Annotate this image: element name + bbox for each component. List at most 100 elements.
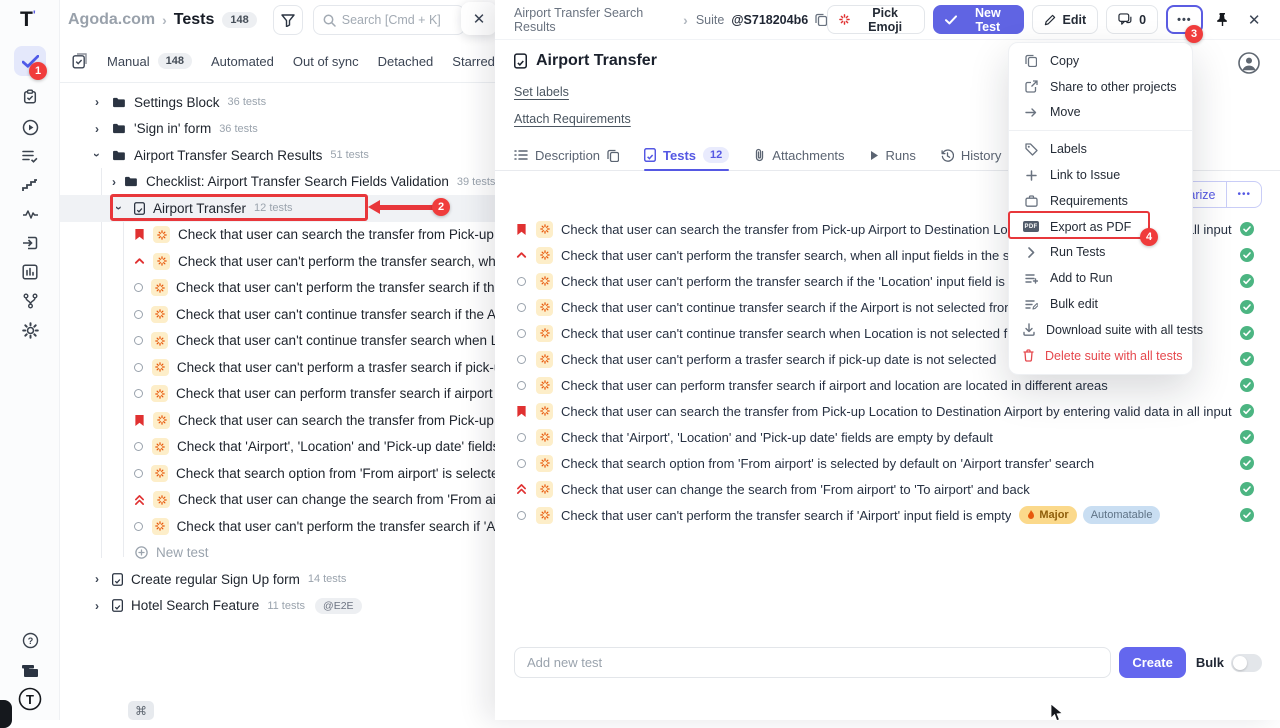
breadcrumb-section[interactable]: Tests <box>174 11 215 29</box>
chevron-right-icon[interactable]: › <box>90 572 104 586</box>
sidebar-item-reports[interactable] <box>14 257 46 287</box>
test-row[interactable]: Check that user can perform transfer sea… <box>514 372 1254 398</box>
breadcrumb-project[interactable]: Agoda.com <box>68 11 155 29</box>
duplicate-icon[interactable] <box>607 149 619 162</box>
filter-tab-detached[interactable]: Detached <box>378 54 434 69</box>
test-row[interactable]: Check that user can search the transfer … <box>514 398 1254 424</box>
new-test-button[interactable]: New Test <box>933 5 1023 34</box>
search-input[interactable] <box>342 13 452 27</box>
pick-emoji-button[interactable]: Pick Emoji <box>827 5 925 34</box>
tree-test-row[interactable]: Check that search option from 'From airp… <box>60 460 496 487</box>
drawer-close-button[interactable]: ✕ <box>1242 11 1266 29</box>
chevron-right-icon[interactable]: › <box>90 95 104 109</box>
tree-test-row[interactable]: Check that 'Airport', 'Location' and 'Pi… <box>60 434 496 461</box>
bulk-toggle[interactable] <box>1231 654 1262 672</box>
filter-tab-manual[interactable]: Manual148 <box>107 53 192 69</box>
tree-test-row[interactable]: Check that user can't perform the transf… <box>60 248 496 275</box>
tab-description[interactable]: Description <box>514 140 619 170</box>
sidebar-item-checklists[interactable] <box>14 141 46 171</box>
filter-button[interactable] <box>273 5 303 35</box>
sidebar-item-milestones[interactable] <box>14 170 46 200</box>
collision-burst-icon <box>153 253 170 270</box>
tree-row-folder[interactable]: › Checklist: Airport Transfer Search Fie… <box>60 169 496 196</box>
test-row[interactable]: Check that search option from 'From airp… <box>514 450 1254 476</box>
menu-item-share[interactable]: Share to other projects <box>1009 74 1192 100</box>
pin-icon[interactable] <box>1211 12 1235 27</box>
tree-row-folder[interactable]: › Settings Block36 tests <box>60 89 496 116</box>
menu-item-requirements[interactable]: Requirements <box>1009 188 1192 214</box>
menu-item-delete-suite[interactable]: Delete suite with all tests <box>1009 343 1192 369</box>
menu-item-move[interactable]: Move <box>1009 100 1192 126</box>
help-button[interactable]: ? <box>14 625 46 655</box>
tree-test-row[interactable]: Check that user can't perform the transf… <box>60 513 496 540</box>
tree-row-suite[interactable]: › Hotel Search Feature11 tests @E2E <box>60 593 496 620</box>
collision-burst-icon <box>536 247 553 264</box>
filter-tab-out-of-sync[interactable]: Out of sync <box>293 54 359 69</box>
chevron-right-icon[interactable]: › <box>112 175 116 189</box>
menu-item-labels[interactable]: Labels <box>1009 136 1192 162</box>
new-test-row[interactable]: New test <box>60 540 496 567</box>
tree-test-row[interactable]: Check that user can search the transfer … <box>60 222 496 249</box>
tree-test-row[interactable]: Check that user can search the transfer … <box>60 407 496 434</box>
sidebar-item-runs[interactable] <box>14 112 46 142</box>
comments-button[interactable]: 0 <box>1106 5 1158 34</box>
tree-test-row[interactable]: Check that user can't perform a trasfer … <box>60 354 496 381</box>
passed-check-icon <box>1240 508 1254 522</box>
tree-row-folder[interactable]: › Airport Transfer Search Results51 test… <box>60 142 496 169</box>
filter-tab-starred[interactable]: Starred <box>452 54 495 69</box>
menu-item-run-tests[interactable]: Run Tests <box>1009 240 1192 266</box>
command-key-hint: ⌘ <box>128 701 154 720</box>
menu-item-copy[interactable]: Copy <box>1009 48 1192 74</box>
menu-item-download-suite[interactable]: Download suite with all tests <box>1009 317 1192 343</box>
test-row[interactable]: Check that user can't perform the transf… <box>514 502 1254 528</box>
filter-tab-automated[interactable]: Automated <box>211 54 274 69</box>
menu-item-link-to-issue[interactable]: Link to Issue <box>1009 162 1192 188</box>
menu-item-add-to-run[interactable]: Add to Run <box>1009 265 1192 291</box>
chevron-right-icon[interactable]: › <box>90 122 104 136</box>
video-library-button[interactable] <box>14 656 46 686</box>
search-box[interactable] <box>313 5 465 35</box>
tab-runs[interactable]: Runs <box>870 140 916 170</box>
tree-test-row[interactable]: Check that user can change the search fr… <box>60 487 496 514</box>
drawer-edge-close-button[interactable]: ✕ <box>461 2 497 35</box>
collision-burst-icon <box>536 299 553 316</box>
tab-attachments[interactable]: Attachments <box>754 140 844 170</box>
app-logo[interactable]: T' <box>20 8 36 32</box>
set-labels-link[interactable]: Set labels <box>514 85 569 99</box>
tree-test-row[interactable]: Check that user can't perform the transf… <box>60 275 496 302</box>
sidebar-item-plans[interactable] <box>14 82 46 112</box>
collision-burst-icon <box>153 412 170 429</box>
tree-test-row[interactable]: Check that user can't continue transfer … <box>60 301 496 328</box>
tab-history[interactable]: History <box>941 140 1001 170</box>
sidebar-item-analytics[interactable] <box>14 199 46 229</box>
edit-button[interactable]: Edit <box>1032 5 1099 34</box>
avatar[interactable] <box>1238 52 1260 74</box>
breadcrumb-parent[interactable]: Airport Transfer Search Results <box>514 6 675 34</box>
chevron-right-icon[interactable]: › <box>90 599 104 613</box>
copy-icon[interactable] <box>815 13 827 26</box>
tree-test-row[interactable]: Check that user can't continue transfer … <box>60 328 496 355</box>
tree-test-row[interactable]: Check that user can perform transfer sea… <box>60 381 496 408</box>
collision-burst-icon <box>536 325 553 342</box>
more-dots-icon[interactable]: ••• <box>1227 189 1261 200</box>
chevron-down-icon[interactable]: › <box>90 148 104 162</box>
tree-row-folder[interactable]: › 'Sign in' form36 tests <box>60 116 496 143</box>
create-button[interactable]: Create <box>1119 647 1185 678</box>
sidebar-item-settings[interactable] <box>14 315 46 345</box>
suite-title: Airport Transfer <box>536 52 657 70</box>
attach-requirements-link[interactable]: Attach Requirements <box>514 112 631 126</box>
sidebar-item-branches[interactable] <box>14 286 46 316</box>
account-logo-button[interactable]: T <box>14 684 46 714</box>
tree-row-suite[interactable]: › Create regular Sign Up form14 tests <box>60 566 496 593</box>
comment-bubble-icon <box>1118 13 1132 26</box>
circle-icon <box>514 355 528 364</box>
tests-tab-count: 12 <box>703 147 729 163</box>
circle-icon <box>514 329 528 338</box>
select-all-icon[interactable] <box>72 53 88 69</box>
add-new-test-input[interactable] <box>514 647 1111 678</box>
test-row[interactable]: Check that 'Airport', 'Location' and 'Pi… <box>514 424 1254 450</box>
sidebar-item-import[interactable] <box>14 228 46 258</box>
menu-item-bulk-edit[interactable]: Bulk edit <box>1009 291 1192 317</box>
test-row[interactable]: Check that user can change the search fr… <box>514 476 1254 502</box>
tab-tests[interactable]: Tests 12 <box>644 140 729 170</box>
